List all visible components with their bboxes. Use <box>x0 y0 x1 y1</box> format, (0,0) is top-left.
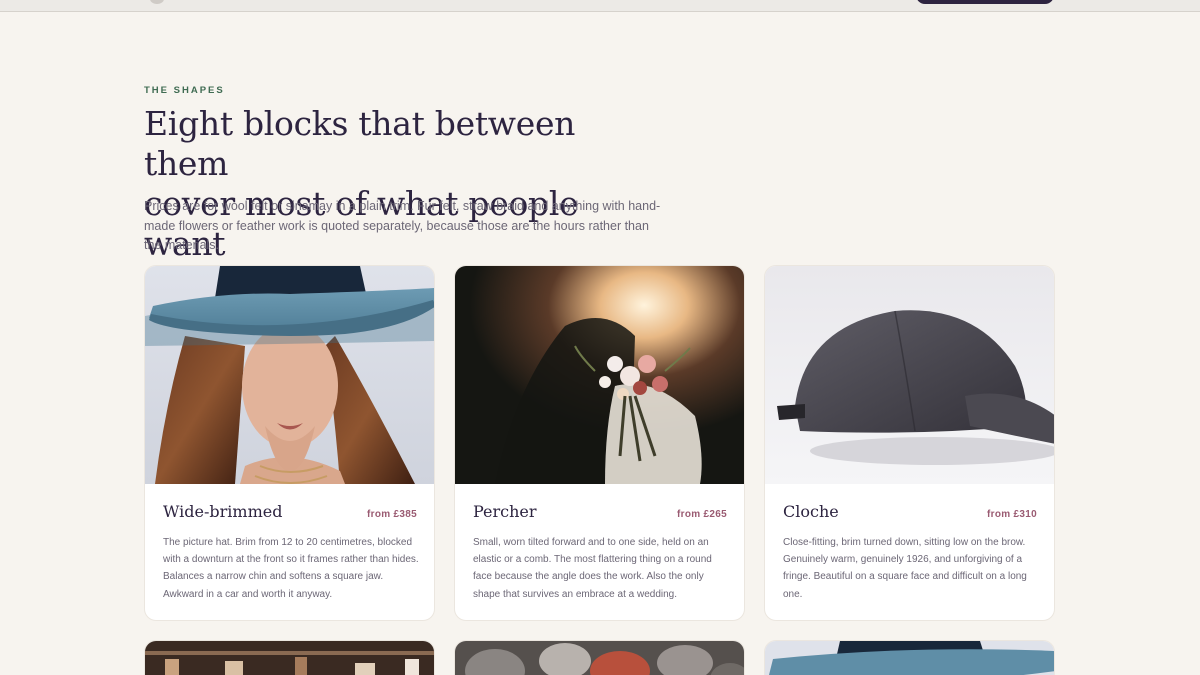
hat-collection-photo <box>455 641 744 675</box>
top-navigation-bar <box>0 0 1200 12</box>
hat-card-wide-brimmed[interactable]: Wide-brimmed from £385 The picture hat. … <box>144 265 435 621</box>
hat-card-price: from £385 <box>367 509 417 520</box>
milliner-shop-photo <box>145 641 434 675</box>
hat-card-description: Close-fitting, brim turned down, sitting… <box>783 537 1027 600</box>
hat-card-percher[interactable]: Percher from £265 Small, worn tilted for… <box>454 265 745 621</box>
section-eyebrow: THE SHAPES <box>144 85 225 96</box>
hat-card-row2-1[interactable] <box>144 640 435 675</box>
hat-card-description: The picture hat. Brim from 12 to 20 cent… <box>163 537 419 600</box>
nav-cta-button[interactable] <box>916 0 1054 4</box>
hat-card-title: Wide-brimmed <box>163 502 283 521</box>
woman-in-blue-wide-brim-hat-photo <box>145 266 434 484</box>
hat-card-price: from £310 <box>987 509 1037 520</box>
hat-card-title: Percher <box>473 502 537 521</box>
hat-card-cloche[interactable]: Cloche from £310 Close-fitting, brim tur… <box>764 265 1055 621</box>
grey-cap-photo <box>765 266 1054 484</box>
logo[interactable] <box>150 0 164 4</box>
hat-card-description: Small, worn tilted forward and to one si… <box>473 537 712 600</box>
hat-card-row2-2[interactable] <box>454 640 745 675</box>
hat-card-row2-3[interactable] <box>764 640 1055 675</box>
hat-card-title: Cloche <box>783 502 839 521</box>
bridal-bouquet-photo <box>455 266 744 484</box>
section-title-line-1: Eight blocks that between them <box>144 104 576 183</box>
hat-card-price: from £265 <box>677 509 727 520</box>
section-intro: Prices are for wool felt or sinamay in a… <box>144 199 661 252</box>
blue-hat-photo <box>765 641 1054 675</box>
